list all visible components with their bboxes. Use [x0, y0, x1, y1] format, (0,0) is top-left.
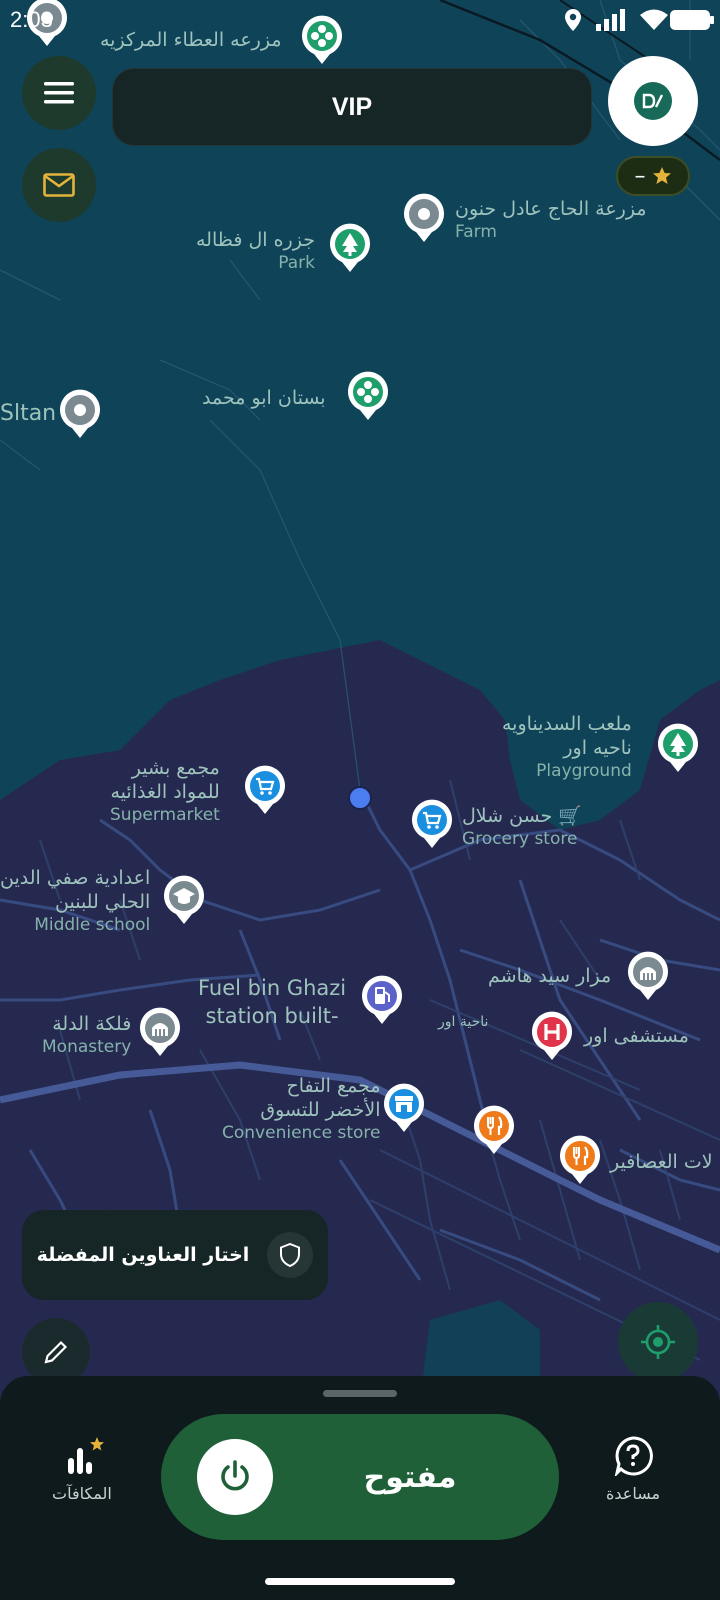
star-icon: [652, 167, 671, 184]
battery-icon: [670, 10, 714, 30]
rewards-tab[interactable]: المكافآت: [52, 1436, 112, 1503]
vip-label: VIP: [331, 92, 373, 121]
map-label-hospital: مستشفى اور: [584, 1025, 689, 1047]
rewards-chart-icon: [67, 1437, 104, 1474]
power-button[interactable]: [197, 1439, 273, 1515]
bottom-sheet: المكافآت مفتوح مساعدة: [0, 1376, 720, 1600]
rewards-label: المكافآت: [52, 1484, 112, 1503]
connection-toggle[interactable]: مفتوح: [161, 1414, 559, 1540]
pin-hospital[interactable]: [530, 1010, 574, 1062]
profile-avatar-button[interactable]: [608, 56, 698, 146]
rating-minus: –: [634, 163, 646, 189]
map-label-fuel-station: Fuel bin Ghazi station built-: [198, 976, 347, 1028]
pencil-icon: [44, 1340, 68, 1364]
favorite-addresses-label: اختار العناوين المفضلة: [36, 1244, 250, 1266]
hamburger-icon: [44, 82, 74, 104]
vip-banner[interactable]: VIP: [112, 68, 592, 146]
my-location-button[interactable]: [618, 1302, 698, 1382]
pin-shrine[interactable]: [626, 950, 670, 1002]
crosshair-icon: [641, 1325, 675, 1359]
help-icon: [614, 1436, 653, 1476]
pin-school[interactable]: [162, 874, 206, 926]
map-label-park: جزره ال فظاله Park: [196, 229, 315, 273]
map-label-garden: بستان ابو محمد: [202, 387, 326, 409]
pin-sltan[interactable]: [58, 388, 102, 440]
rating-badge[interactable]: –: [616, 156, 690, 196]
map-label-supermarket: مجمع بشير للمواد الغذائيه Supermarket: [110, 757, 220, 825]
menu-button[interactable]: [22, 56, 96, 130]
pin-monastery[interactable]: [138, 1006, 182, 1058]
mail-icon: [43, 173, 75, 197]
map-label-district: ناحية اور: [438, 1014, 489, 1030]
map-label-convenience: مجمع التفاح الأخضر للتسوق Convenience stor…: [222, 1075, 381, 1143]
map-view[interactable]: مزرعه العطاء المركزيه مزرعة الحاج عادل ح…: [0, 0, 720, 1600]
help-label: مساعدة: [606, 1484, 661, 1503]
pin-fuel-station[interactable]: [360, 974, 404, 1026]
map-label-grocery: حسن شلال 🛒 Grocery store: [462, 805, 582, 849]
wifi-icon: [640, 9, 668, 30]
map-label-shrine: مزار سيد هاشم: [488, 965, 612, 987]
help-tab[interactable]: مساعدة: [606, 1436, 660, 1503]
pin-grocery[interactable]: [410, 798, 454, 850]
pin-park[interactable]: [328, 222, 372, 274]
pin-convenience-store[interactable]: [382, 1082, 426, 1134]
map-label-school: اعدادية صفي الدين الحلي للبنين Middle scho…: [0, 867, 151, 935]
location-icon: [565, 9, 581, 31]
status-time: 2:03: [10, 7, 53, 32]
status-icons: [564, 8, 668, 32]
pin-haj-farm[interactable]: [402, 192, 446, 244]
power-icon: [221, 1460, 249, 1491]
map-label-playground: ملعب السديناويه ناحيه اور Playground: [502, 713, 632, 781]
signal-icon: [596, 9, 625, 31]
map-label-haj-farm: مزرعة الحاج عادل حنون Farm: [455, 198, 647, 242]
app-logo-icon: [634, 82, 672, 120]
pin-garden[interactable]: [346, 370, 390, 422]
map-label-sltan: Sltan: [0, 401, 57, 426]
pin-supermarket[interactable]: [243, 764, 287, 816]
pin-playground[interactable]: [656, 722, 700, 774]
shield-icon: [267, 1232, 314, 1278]
connection-status-label: مفتوح: [363, 1459, 457, 1495]
sheet-drag-handle[interactable]: [323, 1390, 397, 1397]
favorite-addresses-button[interactable]: اختار العناوين المفضلة: [22, 1210, 328, 1300]
home-indicator[interactable]: [265, 1578, 455, 1585]
pin-restaurant-1[interactable]: [472, 1104, 516, 1156]
map-label-monastery: فلكة الدلة Monastery: [42, 1013, 132, 1057]
pin-restaurant-2[interactable]: [558, 1134, 602, 1186]
messages-button[interactable]: [22, 148, 96, 222]
status-bar: 2:03: [0, 0, 720, 42]
map-label-restaurant: لات العصافير: [610, 1151, 713, 1173]
